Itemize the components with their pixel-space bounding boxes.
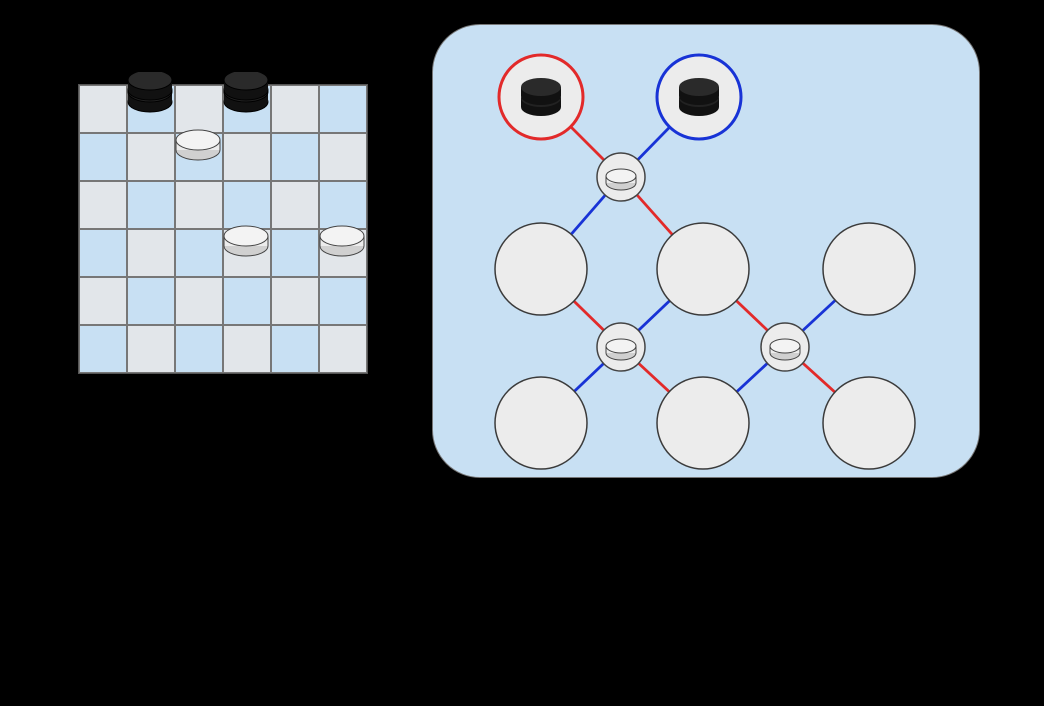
tree-big-node bbox=[657, 223, 749, 315]
board-cell bbox=[175, 325, 223, 373]
diagram-canvas: checkerboard game-tree-panel bbox=[0, 0, 1044, 706]
board-cell bbox=[127, 181, 175, 229]
tree-mid-node bbox=[597, 323, 645, 371]
board-cell bbox=[127, 85, 175, 133]
piece-white-disc-icon bbox=[606, 339, 636, 360]
board-cell bbox=[319, 181, 367, 229]
board-cell bbox=[271, 85, 319, 133]
board-cell bbox=[127, 229, 175, 277]
board-cell bbox=[319, 85, 367, 133]
board-cell bbox=[223, 133, 271, 181]
board-cell bbox=[79, 133, 127, 181]
tree-big-node bbox=[657, 377, 749, 469]
tree-mid-node bbox=[597, 153, 645, 201]
board-cell bbox=[271, 181, 319, 229]
board-cell bbox=[223, 181, 271, 229]
board-cell bbox=[175, 181, 223, 229]
piece-white-disc-icon bbox=[606, 169, 636, 190]
tree-mid-node bbox=[761, 323, 809, 371]
tree-big-node bbox=[823, 377, 915, 469]
board-cell bbox=[79, 277, 127, 325]
board-cell bbox=[79, 85, 127, 133]
piece-white-disc-icon bbox=[770, 339, 800, 360]
board-cell bbox=[271, 229, 319, 277]
board-cell bbox=[319, 277, 367, 325]
board-cell bbox=[319, 229, 367, 277]
board-cell bbox=[175, 277, 223, 325]
board-cell bbox=[79, 229, 127, 277]
board-cell bbox=[127, 325, 175, 373]
board-cell bbox=[271, 133, 319, 181]
tree-big-node bbox=[823, 223, 915, 315]
checkerboard bbox=[78, 84, 368, 374]
board-cell bbox=[79, 325, 127, 373]
board-cell bbox=[223, 85, 271, 133]
board-cell bbox=[127, 133, 175, 181]
board-cell bbox=[175, 133, 223, 181]
game-tree-panel bbox=[432, 24, 980, 478]
board-cell bbox=[127, 277, 175, 325]
board-cell bbox=[175, 85, 223, 133]
board-cell bbox=[271, 325, 319, 373]
board-cell bbox=[319, 133, 367, 181]
board-cell bbox=[175, 229, 223, 277]
tree-big-node bbox=[495, 377, 587, 469]
board-cell bbox=[319, 325, 367, 373]
board-cell bbox=[271, 277, 319, 325]
board-cell bbox=[223, 229, 271, 277]
tree-root-right bbox=[657, 55, 741, 139]
tree-root-left bbox=[499, 55, 583, 139]
tree-big-node bbox=[495, 223, 587, 315]
piece-black-stack-icon bbox=[521, 78, 561, 116]
piece-black-stack-icon bbox=[679, 78, 719, 116]
board-cell bbox=[223, 325, 271, 373]
board-cell bbox=[223, 277, 271, 325]
board-cell bbox=[79, 181, 127, 229]
